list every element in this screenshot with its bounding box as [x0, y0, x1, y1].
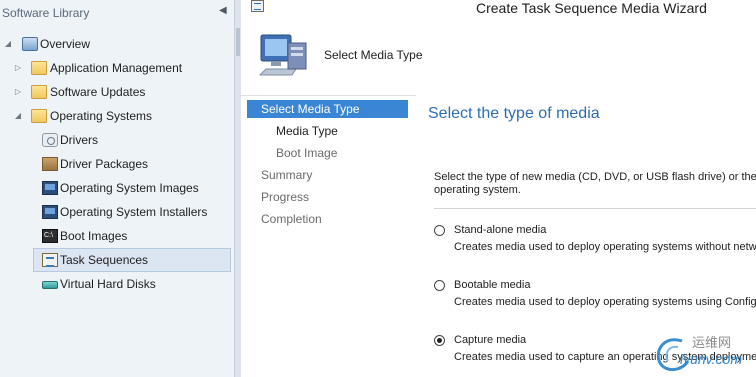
tree-item-overview[interactable]: ◢ Overview	[0, 33, 234, 55]
tree-item-label: Application Management	[50, 61, 183, 75]
tree-item-task-sequences[interactable]: Task Sequences	[33, 248, 231, 272]
virtual-disk-icon	[42, 281, 58, 289]
tree-item-label: Driver Packages	[60, 157, 149, 171]
content-title: Select the type of media	[428, 105, 600, 122]
step-media-type: Media Type	[276, 124, 338, 138]
option-label[interactable]: Stand-alone media	[454, 224, 546, 236]
computer-media-icon	[258, 34, 307, 76]
folder-icon	[31, 61, 47, 75]
tree-item-os-installers[interactable]: Operating System Installers	[0, 201, 234, 223]
standalone-media-radio[interactable]	[434, 225, 445, 236]
tree-item-label: Overview	[40, 37, 91, 51]
content-description: Select the type of new media (CD, DVD, o…	[434, 171, 756, 196]
option-description: Creates media used to deploy operating s…	[454, 296, 756, 308]
tree-item-label: Operating System Images	[60, 181, 199, 195]
watermark-text-cn: 运维网	[692, 335, 732, 350]
banner-heading: Select Media Type	[324, 48, 423, 62]
option-label[interactable]: Capture media	[454, 334, 526, 346]
os-image-icon	[42, 181, 58, 195]
navigation-header: Software Library ◀	[0, 0, 234, 26]
tree-item-label: Boot Images	[60, 229, 128, 243]
step-progress: Progress	[261, 190, 310, 204]
wizard-titlebar[interactable]: Create Task Sequence Media Wizard	[241, 0, 756, 18]
tree-item-virtual-hard-disks[interactable]: Virtual Hard Disks	[0, 273, 234, 295]
splitter-handle[interactable]	[236, 28, 240, 56]
tree-item-operating-systems[interactable]: ◢ Operating Systems	[0, 105, 234, 127]
wizard-title: Create Task Sequence Media Wizard	[476, 0, 707, 16]
option-description: Creates media used to deploy operating s…	[454, 241, 756, 253]
tree-item-boot-images[interactable]: C:\ Boot Images	[0, 225, 234, 247]
tree-item-drivers[interactable]: Drivers	[0, 129, 234, 151]
task-sequence-icon	[42, 253, 58, 267]
os-installer-icon	[42, 205, 58, 219]
step-completion: Completion	[261, 212, 322, 226]
expand-arrow-icon[interactable]: ◢	[3, 33, 13, 55]
tree-item-software-updates[interactable]: ▷ Software Updates	[0, 81, 234, 103]
tree-item-application-management[interactable]: ▷ Application Management	[0, 57, 234, 79]
wizard-steps: Select Media Type Media Type Boot Image …	[247, 99, 409, 377]
step-summary: Summary	[261, 168, 313, 182]
expand-arrow-icon[interactable]: ◢	[13, 105, 23, 127]
bootable-media-radio[interactable]	[434, 280, 445, 291]
tree-item-label: Drivers	[60, 133, 98, 147]
task-sequence-app-icon	[251, 0, 264, 12]
navigation-pane: Software Library ◀ ◢ Overview ▷ Applicat…	[0, 0, 235, 377]
boot-image-icon: C:\	[42, 229, 58, 243]
wizard-banner: Select Media Type	[241, 18, 756, 96]
step-boot-image: Boot Image	[276, 146, 338, 160]
workspace-title: Software Library	[2, 6, 90, 20]
folder-icon	[31, 109, 47, 123]
tree-item-driver-packages[interactable]: Driver Packages	[0, 153, 234, 175]
tree-item-label: Virtual Hard Disks	[60, 277, 156, 291]
tree-item-label: Operating Systems	[50, 109, 153, 123]
wizard-window: Create Task Sequence Media Wizard Select…	[241, 0, 756, 377]
tree-item-label: Software Updates	[50, 85, 146, 99]
overview-icon	[22, 37, 38, 51]
tree-item-label: Operating System Installers	[60, 205, 208, 219]
collapse-arrow-icon[interactable]: ▷	[13, 81, 23, 103]
folder-icon	[31, 85, 47, 99]
capture-media-radio[interactable]	[434, 335, 445, 346]
package-icon	[42, 157, 58, 171]
tree-item-label: Task Sequences	[60, 253, 149, 267]
watermark-text-en: iyunv.com	[680, 351, 742, 367]
collapse-pane-icon[interactable]: ◀	[219, 5, 231, 19]
tree-item-os-images[interactable]: Operating System Images	[0, 177, 234, 199]
watermark: 运维网 iyunv.com	[652, 331, 756, 377]
collapse-arrow-icon[interactable]: ▷	[13, 57, 23, 79]
driver-icon	[42, 133, 58, 147]
option-label[interactable]: Bootable media	[454, 279, 530, 291]
divider	[434, 208, 756, 209]
step-select-media-type: Select Media Type	[247, 100, 408, 118]
